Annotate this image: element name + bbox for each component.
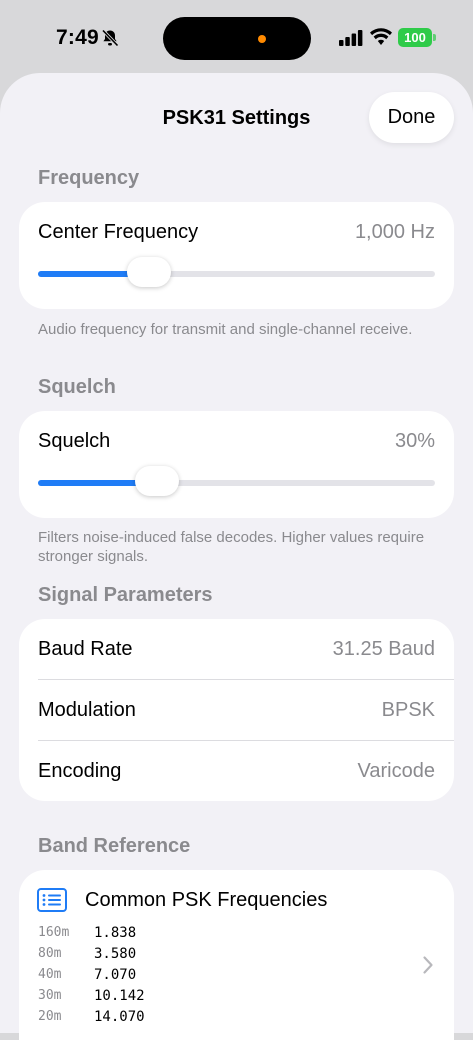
band-name: 30m <box>38 988 62 1003</box>
band-frequency: 1.838 <box>94 924 137 941</box>
frequency-footnote: Audio frequency for transmit and single-… <box>38 321 413 338</box>
list-icon <box>37 888 67 912</box>
center-frequency-slider-thumb[interactable] <box>127 257 172 287</box>
band-name: 160m <box>38 925 70 940</box>
section-header-signal-parameters: Signal Parameters <box>38 584 213 606</box>
battery-level: 100 <box>404 30 426 45</box>
wifi-icon <box>370 28 392 45</box>
list-item: 80m 3.580 <box>38 943 145 964</box>
band-frequency: 7.070 <box>94 966 137 983</box>
cellular-signal-icon <box>339 30 363 46</box>
squelch-value: 30% <box>394 430 435 452</box>
battery-nub <box>433 34 436 41</box>
status-time: 7:49 <box>56 26 99 49</box>
squelch-slider-thumb[interactable] <box>135 466 180 496</box>
section-header-band-reference: Band Reference <box>38 835 191 857</box>
band-name: 20m <box>38 1009 62 1024</box>
encoding-label: Encoding <box>38 760 122 782</box>
band-frequency: 3.580 <box>94 945 137 962</box>
baud-rate-value: 31.25 Baud <box>332 638 435 660</box>
frequency-card: Center Frequency 1,000 Hz <box>19 202 454 309</box>
center-frequency-value: 1,000 Hz <box>354 221 435 243</box>
list-item: 30m 10.142 <box>38 985 145 1006</box>
band-name: 80m <box>38 946 62 961</box>
squelch-card: Squelch 30% <box>19 411 454 518</box>
section-header-frequency: Frequency <box>38 167 140 189</box>
bell-slash-icon <box>101 29 119 47</box>
common-psk-frequencies-title: Common PSK Frequencies <box>85 889 328 911</box>
signal-parameters-card: Baud Rate 31.25 Baud Modulation BPSK Enc… <box>19 619 454 801</box>
band-name: 40m <box>38 967 62 982</box>
battery-indicator: 100 <box>398 28 432 47</box>
done-button[interactable]: Done <box>369 92 454 143</box>
chevron-right-icon[interactable] <box>422 955 434 975</box>
section-header-squelch: Squelch <box>38 376 116 398</box>
modulation-value: BPSK <box>381 699 435 721</box>
band-list: 160m 1.838 80m 3.580 40m 7.070 30m 10.14… <box>38 922 145 1027</box>
baud-rate-label: Baud Rate <box>38 638 133 660</box>
center-frequency-label: Center Frequency <box>38 221 199 243</box>
band-frequency: 10.142 <box>94 987 145 1004</box>
dynamic-island <box>163 17 311 60</box>
encoding-value: Varicode <box>357 760 435 782</box>
center-frequency-slider[interactable] <box>38 257 435 287</box>
squelch-footnote: Filters noise-induced false decodes. Hig… <box>38 529 425 565</box>
row-divider <box>38 740 454 741</box>
row-divider <box>38 679 454 680</box>
band-frequency: 14.070 <box>94 1008 145 1025</box>
squelch-slider[interactable] <box>38 466 435 496</box>
modulation-label: Modulation <box>38 699 136 721</box>
band-reference-card[interactable]: Common PSK Frequencies 160m 1.838 80m 3.… <box>19 870 454 1040</box>
squelch-label: Squelch <box>38 430 111 452</box>
list-item: 160m 1.838 <box>38 922 145 943</box>
list-item: 40m 7.070 <box>38 964 145 985</box>
privacy-indicator-dot <box>258 35 266 43</box>
